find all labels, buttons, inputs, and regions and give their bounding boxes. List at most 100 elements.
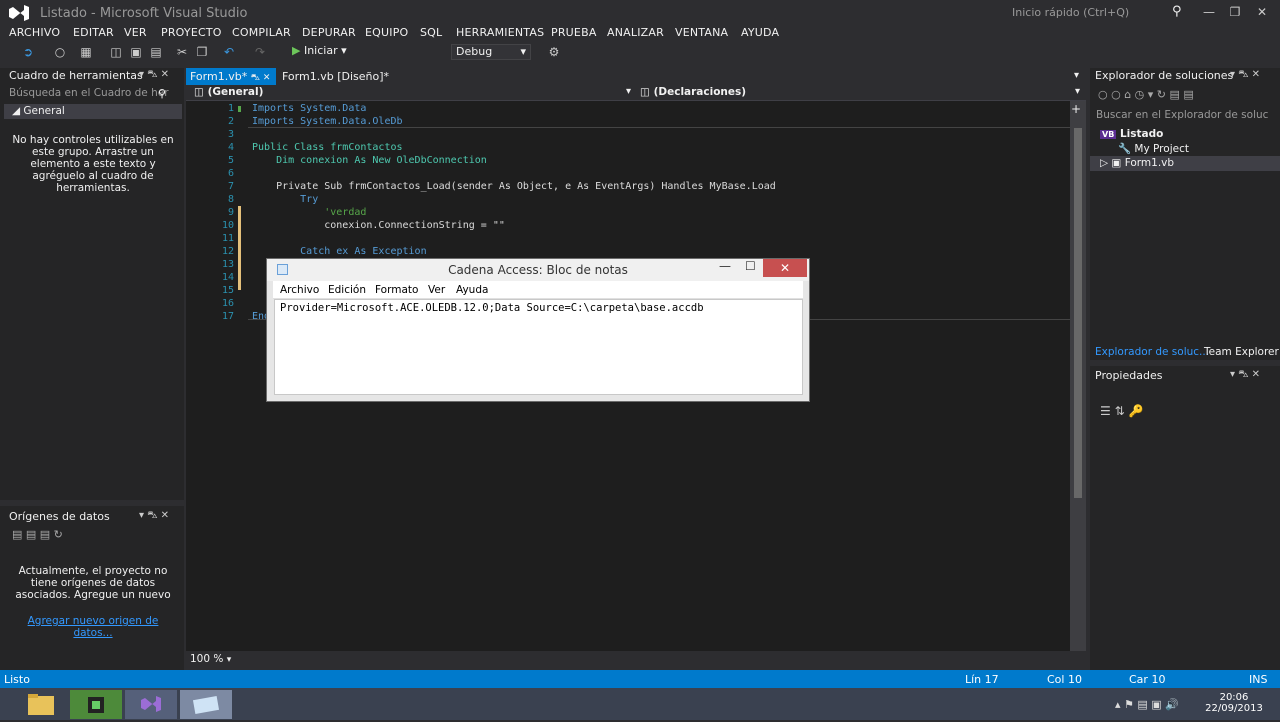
menu-archivo[interactable]: ARCHIVO [9, 26, 60, 39]
quick-launch-input[interactable]: Inicio rápido (Ctrl+Q) [1006, 3, 1194, 23]
menu-sql[interactable]: SQL [420, 26, 442, 39]
scope-right-select[interactable]: ◫ (Declaraciones) [640, 86, 746, 98]
line-number: 12 [221, 246, 234, 257]
solution-search-input[interactable]: Buscar en el Explorador de soluc [1092, 108, 1278, 124]
data-sources-pin-icon[interactable]: ▾ ⛍ ✕ [139, 510, 169, 523]
menu-compilar[interactable]: COMPILAR [232, 26, 291, 39]
file-explorer-taskbar-button[interactable] [14, 690, 66, 719]
menu-depurar[interactable]: DEPURAR [302, 26, 356, 39]
notepad-menu-formato[interactable]: Formato [375, 284, 418, 296]
scrollbar-thumb[interactable] [1074, 128, 1082, 498]
zoom-level[interactable]: 100 % ▾ [190, 653, 231, 665]
expand-icon: ▷ [1100, 157, 1109, 169]
solution-root[interactable]: VB Listado [1100, 128, 1163, 140]
menu-herramientas[interactable]: HERRAMIENTAS [456, 26, 544, 39]
new-project-icon[interactable]: ▦ [78, 44, 94, 60]
back-icon[interactable]: ➲ [20, 44, 36, 60]
split-icon[interactable]: + [1071, 102, 1081, 116]
search-icon[interactable]: ⚲ [1172, 4, 1182, 19]
clock-time: 20:06 [1219, 692, 1249, 703]
menu-equipo[interactable]: EQUIPO [365, 26, 408, 39]
toolbox-group-general[interactable]: ◢ General [4, 104, 182, 119]
notepad-menu-ayuda[interactable]: Ayuda [456, 284, 488, 296]
copy-icon[interactable]: ❐ [194, 44, 210, 60]
code-line: 'verdad [252, 207, 367, 218]
notepad-text-area[interactable]: Provider=Microsoft.ACE.OLEDB.12.0;Data S… [274, 299, 803, 395]
add-data-source-link[interactable]: Agregar nuevo origen de datos... [10, 615, 176, 639]
cut-icon[interactable]: ✂ [174, 44, 190, 60]
tree-item-my-project[interactable]: 🔧 My Project [1118, 142, 1189, 155]
menu-proyecto[interactable]: PROYECTO [161, 26, 222, 39]
menu-ver[interactable]: VER [124, 26, 147, 39]
code-line: Private Sub frmContactos_Load(sender As … [252, 181, 776, 192]
save-all-icon[interactable]: ▤ [148, 44, 164, 60]
editor-navigation-bar: ◫ (General) ▾ ◫ (Declaraciones) ▾ [186, 85, 1086, 101]
code-line: Dim conexion As New OleDbConnection [252, 155, 487, 166]
tab-form1-design[interactable]: Form1.vb [Diseño]* [278, 68, 393, 85]
notepad-menu-archivo[interactable]: Archivo [280, 284, 319, 296]
camtasia-taskbar-button[interactable] [70, 690, 122, 719]
solution-pin-icon[interactable]: ▾ ⛍ ✕ [1230, 69, 1260, 82]
menu-editar[interactable]: EDITAR [73, 26, 114, 39]
toolbox-pin-icon[interactable]: ▾ ⛍ ✕ [139, 69, 169, 82]
scope-dropdown-icon[interactable]: ▾ [626, 86, 631, 97]
status-line: Lín 17 [965, 673, 999, 686]
tab-solution-explorer[interactable]: Explorador de soluc... [1095, 346, 1209, 358]
scope-right-dropdown-icon[interactable]: ▾ [1075, 86, 1080, 97]
save-icon[interactable]: ▣ [128, 44, 144, 60]
undo-icon[interactable]: ↶ [221, 44, 237, 60]
menu-prueba[interactable]: PRUEBA [551, 26, 597, 39]
forward-icon[interactable]: ○ [52, 44, 68, 60]
menu-ventana[interactable]: VENTANA [675, 26, 728, 39]
configuration-select[interactable]: Debug ▾ [451, 44, 531, 60]
line-number: 8 [227, 194, 234, 205]
zoom-value: 100 % [190, 653, 224, 665]
tools-icon[interactable]: ⚙ [546, 44, 562, 60]
line-number: 10 [221, 220, 234, 231]
notepad-taskbar-button[interactable] [180, 690, 232, 719]
notepad-menu-edicion[interactable]: Edición [328, 284, 366, 296]
notepad-menu-ver[interactable]: Ver [428, 284, 445, 296]
close-button[interactable]: ✕ [1249, 2, 1275, 22]
redo-icon[interactable]: ↷ [252, 44, 268, 60]
status-ready: Listo [4, 673, 30, 686]
toolbox-search-input[interactable]: Búsqueda en el Cuadro de her [4, 86, 180, 102]
tree-item-form1[interactable]: ▷ ▣ Form1.vb [1100, 157, 1174, 169]
notepad-close-button[interactable]: ✕ [763, 259, 807, 277]
add-data-source-icon[interactable]: ▤ ▤ ▤ ↻ [12, 528, 63, 541]
menu-ayuda[interactable]: AYUDA [741, 26, 779, 39]
clock[interactable]: 20:06 22/09/2013 [1200, 692, 1268, 714]
system-tray-icons[interactable]: ▴ ⚑ ▤ ▣ 🔊 [1115, 698, 1179, 711]
line-number: 3 [227, 129, 234, 140]
scope-left-select[interactable]: ◫ (General) [194, 86, 263, 98]
tab-form1-vb[interactable]: Form1.vb* ⛍ ✕ [186, 68, 276, 85]
properties-toolbar-icons[interactable]: ☰ ⇅ 🔑 [1100, 404, 1143, 418]
line-number: 2 [227, 116, 234, 127]
restore-button[interactable]: ❐ [1222, 2, 1248, 22]
status-bar: Listo Lín 17 Col 10 Car 10 INS [0, 670, 1280, 688]
menu-analizar[interactable]: ANALIZAR [607, 26, 664, 39]
line-number: 13 [221, 259, 234, 270]
line-number: 14 [221, 272, 234, 283]
scope-right-value: (Declaraciones) [653, 86, 747, 98]
open-icon[interactable]: ◫ [108, 44, 124, 60]
tree-item-label: Form1.vb [1124, 157, 1175, 169]
tab-dropdown-icon[interactable]: ▾ [1074, 70, 1079, 81]
properties-pin-icon[interactable]: ▾ ⛍ ✕ [1230, 369, 1260, 382]
toolbox-panel: Cuadro de herramientas ▾ ⛍ ✕ [0, 68, 184, 500]
clock-date: 22/09/2013 [1205, 703, 1263, 714]
start-debug-button[interactable]: ▶ Iniciar ▾ [292, 44, 347, 57]
line-number: 5 [227, 155, 234, 166]
minimize-button[interactable]: — [1196, 2, 1222, 22]
tab-team-explorer[interactable]: Team Explorer [1204, 346, 1279, 358]
search-icon[interactable]: ⚲ [158, 87, 166, 100]
code-line: Imports System.Data [252, 103, 367, 114]
notepad-maximize-button[interactable]: ☐ [745, 259, 756, 273]
code-line: Imports System.Data.OleDb [252, 116, 403, 127]
notepad-minimize-button[interactable]: — [719, 259, 731, 273]
line-number: 15 [221, 285, 234, 296]
title-bar: Listado - Microsoft Visual Studio Inicio… [0, 0, 1280, 26]
solution-toolbar-icons[interactable]: ○ ○ ⌂ ◷ ▾ ↻ ▤ ▤ [1098, 88, 1194, 101]
visual-studio-taskbar-button[interactable] [125, 690, 177, 719]
collapse-icon: ◢ [12, 105, 24, 117]
